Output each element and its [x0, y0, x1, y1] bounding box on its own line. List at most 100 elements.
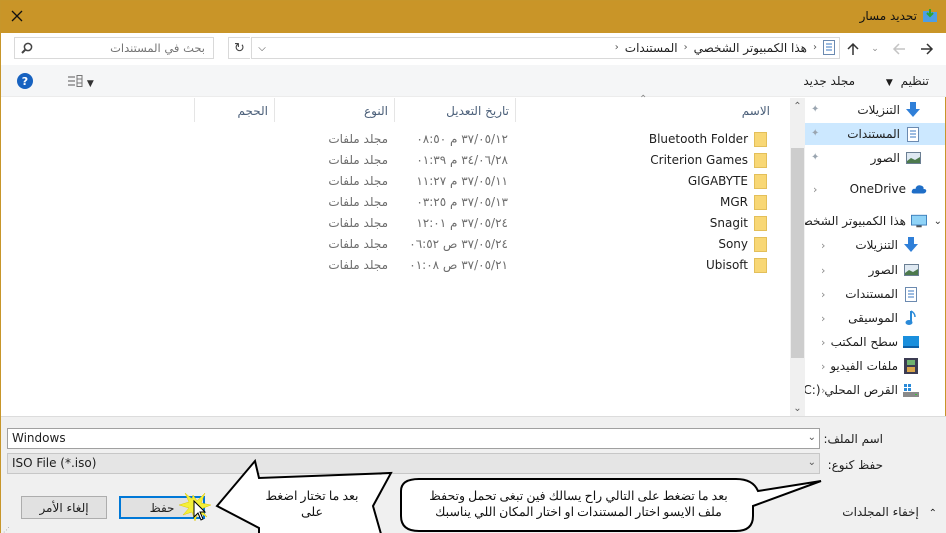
breadcrumb-separator: ‹	[683, 42, 688, 53]
file-row[interactable]: Bluetooth Folder ٣٧/٠٥/١٢ م ٠٨:٥٠ مجلد م…	[1, 129, 790, 150]
breadcrumb-documents[interactable]: المستندات	[625, 41, 678, 55]
chevron-down-icon[interactable]: ⌄	[808, 457, 816, 468]
folder-icon	[754, 216, 767, 231]
view-options-button[interactable]: ▼	[61, 75, 94, 89]
file-date: ٣٧/٠٥/١٣ م ٠٣:٢٥	[416, 195, 508, 209]
nav-item-downloads[interactable]: ‹ التنزيلات	[805, 234, 945, 256]
search-box[interactable]	[14, 37, 214, 59]
chevron-left-icon[interactable]: ‹	[821, 239, 825, 252]
scroll-down-button[interactable]: ⌄	[790, 400, 805, 416]
help-icon: ?	[21, 74, 29, 88]
column-header-size[interactable]: الحجم	[194, 98, 274, 122]
file-type: مجلد ملفات	[328, 258, 388, 272]
chevron-down-icon[interactable]: ⌄	[808, 432, 816, 443]
chevron-left-icon[interactable]: ‹	[821, 360, 825, 373]
cancel-button[interactable]: إلغاء الأمر	[21, 496, 107, 519]
filename-input[interactable]: Windows ⌄	[7, 428, 820, 449]
hide-folders-button[interactable]: ⌃ إخفاء المجلدات	[842, 505, 937, 519]
file-date: ٣٧/٠٥/١١ م ١١:٢٧	[416, 174, 508, 188]
column-header-name[interactable]: الاسم	[515, 98, 790, 122]
forward-button[interactable]	[889, 39, 909, 59]
new-folder-button[interactable]: مجلد جديد	[803, 74, 855, 88]
refresh-button[interactable]: ↻	[228, 37, 250, 59]
nav-label: سطح المكتب	[830, 335, 898, 349]
nav-item-music[interactable]: ‹ الموسيقى	[805, 307, 945, 329]
nav-item-pictures-pinned[interactable]: الصور ✦	[805, 147, 945, 169]
chevron-down-icon: ⌄	[871, 44, 879, 54]
back-button[interactable]	[917, 39, 937, 59]
address-dropdown-button[interactable]: ⌵	[254, 40, 270, 56]
nav-label: المستندات	[845, 287, 898, 301]
window-title: تحديد مسار	[859, 9, 917, 23]
nav-item-videos[interactable]: ‹ ملفات الفيديو	[805, 355, 945, 377]
chevron-left-icon[interactable]: ‹	[821, 336, 825, 349]
nav-item-onedrive[interactable]: ‹ OneDrive	[805, 178, 945, 200]
close-button[interactable]	[3, 3, 31, 29]
chevron-left-icon[interactable]: ‹	[821, 384, 825, 397]
scroll-up-button[interactable]: ⌃	[790, 98, 805, 114]
command-bar: تنظيم ▼ مجلد جديد ▼ ?	[1, 65, 946, 97]
file-date: ٣٧/٠٥/٢٤ م ١٢:٠١	[416, 216, 508, 230]
file-name: Ubisoft	[705, 258, 748, 272]
file-row[interactable]: Sony ٣٧/٠٥/٢٤ ص ٠٦:٥٢ مجلد ملفات	[1, 234, 790, 255]
column-header-date[interactable]: تاريخ التعديل	[394, 98, 515, 122]
drive-icon	[903, 382, 919, 398]
organize-menu[interactable]: تنظيم ▼	[886, 74, 929, 88]
filename-label: اسم الملف:	[823, 432, 883, 446]
save-folder-icon	[923, 9, 937, 22]
chevron-left-icon[interactable]: ‹	[821, 264, 825, 277]
chevron-left-icon[interactable]: ‹	[821, 312, 825, 325]
details-view-icon	[68, 75, 83, 87]
save-as-type-label: حفظ كنوع:	[827, 458, 883, 472]
hide-folders-label: إخفاء المجلدات	[842, 505, 919, 519]
save-as-type-select[interactable]: ISO File (*.iso) ⌄	[7, 453, 820, 474]
arrow-callout-text: بعد ما تختار اضغط على	[257, 488, 367, 520]
up-button[interactable]	[843, 39, 863, 59]
nav-item-downloads-pinned[interactable]: التنزيلات ✦	[805, 99, 945, 121]
chevron-left-icon[interactable]: ‹	[813, 183, 817, 196]
nav-item-documents-pinned[interactable]: المستندات ✦	[805, 123, 945, 145]
resize-grip[interactable]: ⋰	[3, 527, 10, 533]
title-bar: تحديد مسار	[1, 1, 946, 33]
speech-callout-text: بعد ما تضغط على التالي راح يسالك فين تبغ…	[406, 488, 751, 520]
arrow-up-icon	[847, 42, 859, 55]
nav-item-documents[interactable]: ‹ المستندات	[805, 283, 945, 305]
caret-down-icon: ▼	[885, 78, 893, 88]
file-row[interactable]: Snagit ٣٧/٠٥/٢٤ م ١٢:٠١ مجلد ملفات	[1, 213, 790, 234]
cloud-icon	[911, 181, 927, 197]
documents-icon	[905, 126, 921, 142]
breadcrumb-this-pc[interactable]: هذا الكمبيوتر الشخصي	[694, 41, 807, 55]
nav-pane-scrollbar[interactable]: ⌃ ⌄	[790, 98, 805, 416]
recent-locations-button[interactable]: ⌄	[865, 39, 885, 59]
file-row[interactable]: GIGABYTE ٣٧/٠٥/١١ م ١١:٢٧ مجلد ملفات	[1, 171, 790, 192]
file-row[interactable]: MGR ٣٧/٠٥/١٣ م ٠٣:٢٥ مجلد ملفات	[1, 192, 790, 213]
nav-item-local-disk[interactable]: ‹ القرص المحلي (:C	[805, 379, 945, 401]
address-bar[interactable]: ‹ هذا الكمبيوتر الشخصي ‹ المستندات ‹ ⌵	[251, 37, 840, 59]
nav-label: OneDrive	[849, 182, 906, 196]
download-arrow-icon	[903, 237, 919, 253]
chevron-down-icon[interactable]: ⌄	[934, 216, 942, 227]
navigation-pane: التنزيلات ✦ المستندات ✦ الصور ✦ ‹ OneDri…	[805, 98, 945, 416]
breadcrumb-separator[interactable]: ‹	[615, 42, 619, 53]
nav-item-desktop[interactable]: ‹ سطح المكتب	[805, 331, 945, 353]
nav-item-pictures[interactable]: ‹ الصور	[805, 259, 945, 281]
chevron-left-icon[interactable]: ‹	[821, 288, 825, 301]
file-date: ٣٧/٠٥/٢٤ ص ٠٦:٥٢	[409, 237, 508, 251]
search-input[interactable]	[45, 38, 205, 58]
help-button[interactable]: ?	[17, 73, 33, 89]
download-arrow-icon	[905, 102, 921, 118]
save-button[interactable]: حفظ	[119, 496, 205, 519]
column-header-type[interactable]: النوع	[274, 98, 394, 122]
breadcrumb-separator: ‹	[813, 42, 817, 53]
close-icon	[11, 10, 23, 22]
scrollbar-thumb[interactable]	[791, 148, 804, 358]
arrow-callout-line: على	[300, 505, 323, 519]
file-row[interactable]: Criterion Games ٣٤/٠٦/٢٨ م ٠١:٣٩ مجلد مل…	[1, 150, 790, 171]
file-row[interactable]: Ubisoft ٣٧/٠٥/٢١ ص ٠١:٠٨ مجلد ملفات	[1, 255, 790, 276]
chevron-down-icon: ⌵	[258, 42, 266, 54]
column-size-label: الحجم	[237, 104, 268, 118]
nav-item-this-pc[interactable]: ⌄ هذا الكمبيوتر الشخصي	[805, 210, 945, 232]
file-type: مجلد ملفات	[328, 153, 388, 167]
speech-callout-line: ملف الايسو اختار المستندات او اختار المك…	[435, 505, 722, 519]
refresh-icon: ↻	[234, 40, 245, 56]
